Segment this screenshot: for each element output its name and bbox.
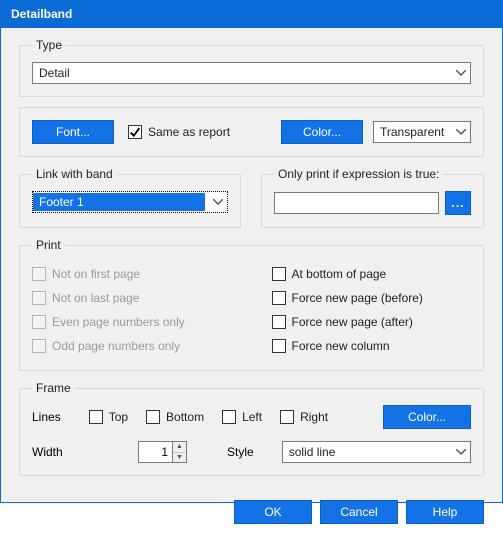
frame-legend: Frame bbox=[32, 381, 75, 395]
font-color-group: Font... Same as report Color... Transpar… bbox=[19, 107, 484, 157]
title-bar: Detailband bbox=[1, 1, 502, 28]
frame-bottom-checkbox[interactable]: Bottom bbox=[146, 410, 204, 424]
checkbox-icon bbox=[32, 315, 46, 329]
color-button[interactable]: Color... bbox=[281, 120, 363, 144]
dialog-buttons: OK Cancel Help bbox=[1, 494, 502, 536]
force-new-column-checkbox[interactable]: Force new column bbox=[272, 334, 472, 358]
frame-left-label: Left bbox=[242, 410, 262, 424]
print-left-column: Not on first page Not on last page Even … bbox=[32, 262, 232, 358]
width-label: Width bbox=[32, 445, 64, 459]
print-group: Print Not on first page Not on last page… bbox=[19, 238, 484, 371]
help-button[interactable]: Help bbox=[406, 500, 484, 524]
width-spinner[interactable]: ▲ ▼ bbox=[138, 441, 187, 463]
force-new-page-before-label: Force new page (before) bbox=[292, 291, 423, 305]
checkbox-icon bbox=[32, 267, 46, 281]
link-band-legend: Link with band bbox=[32, 167, 117, 181]
type-value: Detail bbox=[39, 66, 70, 80]
at-bottom-label: At bottom of page bbox=[292, 267, 387, 281]
expression-group: Only print if expression is true: ... bbox=[261, 167, 484, 228]
dialog-window: Detailband Type Detail Font... Same as r… bbox=[0, 0, 503, 503]
chevron-down-icon bbox=[213, 199, 223, 205]
checkbox-icon bbox=[272, 291, 286, 305]
not-first-page-label: Not on first page bbox=[52, 267, 140, 281]
force-new-page-before-checkbox[interactable]: Force new page (before) bbox=[272, 286, 472, 310]
force-new-page-after-checkbox[interactable]: Force new page (after) bbox=[272, 310, 472, 334]
style-label: Style bbox=[227, 445, 254, 459]
chevron-down-icon bbox=[456, 129, 466, 135]
frame-right-checkbox[interactable]: Right bbox=[280, 410, 328, 424]
link-band-select[interactable]: Footer 1 bbox=[32, 191, 228, 213]
style-select[interactable]: solid line bbox=[282, 441, 471, 463]
expression-browse-button[interactable]: ... bbox=[445, 191, 471, 215]
print-legend: Print bbox=[32, 238, 65, 252]
checkbox-icon bbox=[222, 410, 236, 424]
odd-pages-label: Odd page numbers only bbox=[52, 339, 180, 353]
force-new-column-label: Force new column bbox=[292, 339, 390, 353]
frame-top-label: Top bbox=[109, 410, 128, 424]
type-select[interactable]: Detail bbox=[32, 62, 471, 84]
checkbox-icon bbox=[89, 410, 103, 424]
chevron-down-icon bbox=[456, 70, 466, 76]
style-value: solid line bbox=[289, 445, 336, 459]
checkbox-icon bbox=[146, 410, 160, 424]
checkbox-icon bbox=[32, 339, 46, 353]
not-last-page-checkbox: Not on last page bbox=[32, 286, 232, 310]
same-as-report-checkbox[interactable]: Same as report bbox=[128, 125, 230, 139]
frame-right-label: Right bbox=[300, 410, 328, 424]
width-input[interactable] bbox=[138, 441, 172, 463]
frame-top-checkbox[interactable]: Top bbox=[89, 410, 128, 424]
window-title: Detailband bbox=[11, 7, 72, 21]
even-pages-label: Even page numbers only bbox=[52, 315, 185, 329]
checkbox-icon bbox=[272, 315, 286, 329]
type-group: Type Detail bbox=[19, 38, 484, 97]
lines-label: Lines bbox=[32, 410, 61, 424]
expression-input[interactable] bbox=[274, 192, 439, 214]
spinner-down-icon[interactable]: ▼ bbox=[173, 453, 186, 463]
type-legend: Type bbox=[32, 38, 66, 52]
ok-button[interactable]: OK bbox=[234, 500, 312, 524]
frame-group: Frame Lines Top Bottom Left Right bbox=[19, 381, 484, 476]
checkbox-icon bbox=[272, 339, 286, 353]
checkbox-icon bbox=[128, 125, 142, 139]
color-value: Transparent bbox=[380, 125, 444, 139]
color-select[interactable]: Transparent bbox=[373, 121, 471, 143]
link-band-group: Link with band Footer 1 bbox=[19, 167, 241, 228]
chevron-down-icon bbox=[456, 449, 466, 455]
at-bottom-checkbox[interactable]: At bottom of page bbox=[272, 262, 472, 286]
print-right-column: At bottom of page Force new page (before… bbox=[272, 262, 472, 358]
same-as-report-label: Same as report bbox=[148, 125, 230, 139]
link-band-value: Footer 1 bbox=[33, 193, 205, 211]
font-button[interactable]: Font... bbox=[32, 120, 114, 144]
spinner-up-icon[interactable]: ▲ bbox=[173, 442, 186, 453]
expression-legend: Only print if expression is true: bbox=[274, 167, 443, 181]
not-last-page-label: Not on last page bbox=[52, 291, 139, 305]
even-pages-checkbox: Even page numbers only bbox=[32, 310, 232, 334]
frame-bottom-label: Bottom bbox=[166, 410, 204, 424]
checkbox-icon bbox=[32, 291, 46, 305]
frame-color-button[interactable]: Color... bbox=[383, 405, 471, 429]
cancel-button[interactable]: Cancel bbox=[320, 500, 398, 524]
force-new-page-after-label: Force new page (after) bbox=[292, 315, 413, 329]
frame-left-checkbox[interactable]: Left bbox=[222, 410, 262, 424]
odd-pages-checkbox: Odd page numbers only bbox=[32, 334, 232, 358]
client-area: Type Detail Font... Same as report Color… bbox=[1, 28, 502, 494]
not-first-page-checkbox: Not on first page bbox=[32, 262, 232, 286]
checkbox-icon bbox=[272, 267, 286, 281]
checkbox-icon bbox=[280, 410, 294, 424]
